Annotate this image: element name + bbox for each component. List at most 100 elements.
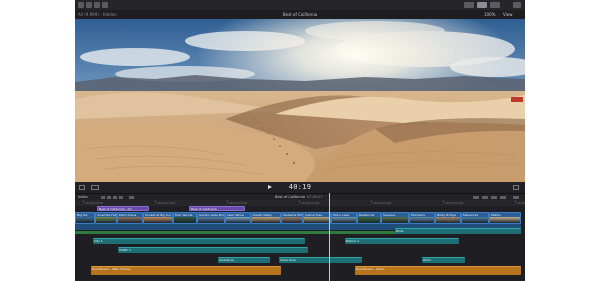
audio-clip[interactable]: Voice Over [279, 257, 362, 263]
viewer-header: All (9,999) · Hidden Best of California … [75, 10, 525, 19]
storyline-clip[interactable]: Sequoia [381, 212, 409, 224]
library-filter-label[interactable]: All (9,999) · Hidden [78, 12, 117, 17]
desert-dunes-image [75, 19, 525, 182]
clip-thumbnail [436, 217, 460, 223]
ruler-tick [371, 200, 372, 203]
ruler-tick-label: 00:00:30:00 [301, 201, 320, 205]
view-menu[interactable]: View [503, 12, 513, 17]
storyline-clip-label: Redwoods [359, 213, 375, 217]
audio-clip[interactable]: City 1 [93, 238, 305, 244]
clip-thumbnail [358, 217, 380, 223]
zoom-level[interactable]: 100% [484, 12, 495, 17]
storyline-clip[interactable]: Malibu [489, 212, 521, 224]
index-button[interactable]: Index [78, 195, 88, 199]
storyline-clip-label: Malibu [491, 213, 501, 217]
library-icon[interactable] [78, 2, 84, 8]
ruler-tick-label: 00:00:20:00 [229, 201, 248, 205]
clip-thumbnail [226, 217, 250, 223]
audio-clip-label: Wind [423, 258, 431, 262]
fullscreen-icon[interactable] [513, 185, 519, 190]
clip-thumbnail [76, 217, 94, 223]
storyline-clip-label: Muir Woods [175, 213, 193, 217]
storyline-clip[interactable]: Point Arena [117, 212, 143, 224]
audio-clip-label: Nature 1 [346, 239, 360, 243]
ruler-tick [227, 200, 228, 203]
share-icon[interactable] [513, 2, 521, 8]
skimming-icon[interactable] [473, 195, 479, 199]
storyline-clip-label: Sunset at Big Sur [145, 213, 172, 217]
storyline-clip[interactable]: Mono Lake [331, 212, 357, 224]
clip-thumbnail [252, 217, 280, 223]
storyline-clip[interactable]: Bixby Bridge [435, 212, 461, 224]
select-tool-icon[interactable] [129, 195, 134, 199]
timeline-duration: 07:09:27 [307, 195, 323, 199]
connect-icon[interactable] [107, 195, 111, 199]
browser-layout-icon[interactable] [464, 2, 474, 8]
storyline-clip[interactable]: Monterey [409, 212, 435, 224]
storyline-clip[interactable]: Redwoods [357, 212, 381, 224]
storyline-clip[interactable]: Death Valley [251, 212, 281, 224]
storyline-clip-label: Sequoia [383, 213, 396, 217]
snapping-icon[interactable] [500, 195, 506, 199]
ruler-tick [155, 200, 156, 203]
transform-icon[interactable] [79, 185, 85, 190]
append-icon[interactable] [119, 195, 123, 199]
storyline-clip[interactable]: Sunset at Big Sur [143, 212, 173, 224]
audio-clip-label: Ambience [219, 258, 234, 262]
storyline-clip[interactable]: Alabama Hills [281, 212, 303, 224]
keyword-icon[interactable] [94, 2, 100, 8]
storyline-clip[interactable]: Joshua Tree [303, 212, 331, 224]
title-clip[interactable]: Best of California [189, 206, 245, 211]
insert-icon[interactable] [113, 195, 117, 199]
ruler-tick [515, 200, 516, 203]
play-icon[interactable] [268, 185, 272, 189]
storyline-clip[interactable]: Muir Woods [173, 212, 197, 224]
timecode-display[interactable]: 40:19 [274, 183, 326, 192]
audio-skimming-icon[interactable] [482, 195, 488, 199]
storyline-clip-label: Big Sur [77, 213, 88, 217]
zoom-timeline-icon[interactable] [513, 195, 519, 199]
music-clip[interactable]: Soundtrack - Main Theme [91, 266, 281, 275]
inspector-layout-icon[interactable] [490, 2, 500, 8]
timeline[interactable]: 00:00:00:00 00:00:10:00 00:00:20:00 00:00:3… [75, 200, 525, 281]
clip-thumbnail [174, 217, 196, 223]
music-clip[interactable]: Soundtrack - Outro [355, 266, 521, 275]
check-icon[interactable] [102, 2, 108, 8]
storyline-clip-label: Monterey [411, 213, 426, 217]
storyline-clip[interactable]: Big Sur [75, 212, 95, 224]
storyline-clip[interactable]: Mavericks [461, 212, 489, 224]
playhead[interactable] [329, 193, 330, 281]
storyline-clip-label: Mavericks [463, 213, 479, 217]
solo-icon[interactable] [491, 195, 497, 199]
clip-thumbnail [144, 217, 172, 223]
audio-clip[interactable]: Birds [395, 228, 521, 234]
viewer-transport-bar: 40:19 [75, 182, 525, 193]
audio-clip-label: Traffic 1 [119, 248, 131, 252]
effects-icon[interactable] [91, 185, 99, 190]
clip-appearance-icon[interactable] [101, 195, 105, 199]
audio-clip-label: City 1 [94, 239, 103, 243]
storyline-clip[interactable]: Yosemite Falls [95, 212, 117, 224]
storyline-clip-label: Lake Tahoe [227, 213, 244, 217]
storyline-clip-label: Yosemite Falls [97, 213, 117, 217]
audio-clip[interactable]: Wind [422, 257, 465, 263]
audio-clip[interactable]: Traffic 1 [118, 247, 308, 253]
audio-clip-label: Voice Over [280, 258, 297, 262]
title-clip[interactable]: Best of California - Int [97, 206, 149, 211]
audio-clip-label: Birds [396, 229, 404, 233]
storyline-clip-label: Death Valley [253, 213, 272, 217]
final-cut-pro-window: All (9,999) · Hidden Best of California … [75, 0, 525, 281]
timeline-layout-icon[interactable] [477, 2, 487, 8]
clip-thumbnail [198, 217, 224, 223]
import-icon[interactable] [86, 2, 92, 8]
storyline-clip[interactable]: Lake Tahoe [225, 212, 251, 224]
audio-clip[interactable]: Ambience [218, 257, 270, 263]
ruler-tick-label: 00:01:00:00 [517, 201, 525, 205]
storyline-clip-label: Golden Gate Bridge [199, 213, 224, 217]
clip-thumbnail [462, 217, 488, 223]
clip-thumbnail [96, 217, 116, 223]
audio-clip[interactable]: Nature 1 [345, 238, 459, 244]
storyline-clip[interactable]: Golden Gate Bridge [197, 212, 225, 224]
clip-thumbnail [382, 217, 408, 223]
clip-thumbnail [282, 217, 302, 223]
